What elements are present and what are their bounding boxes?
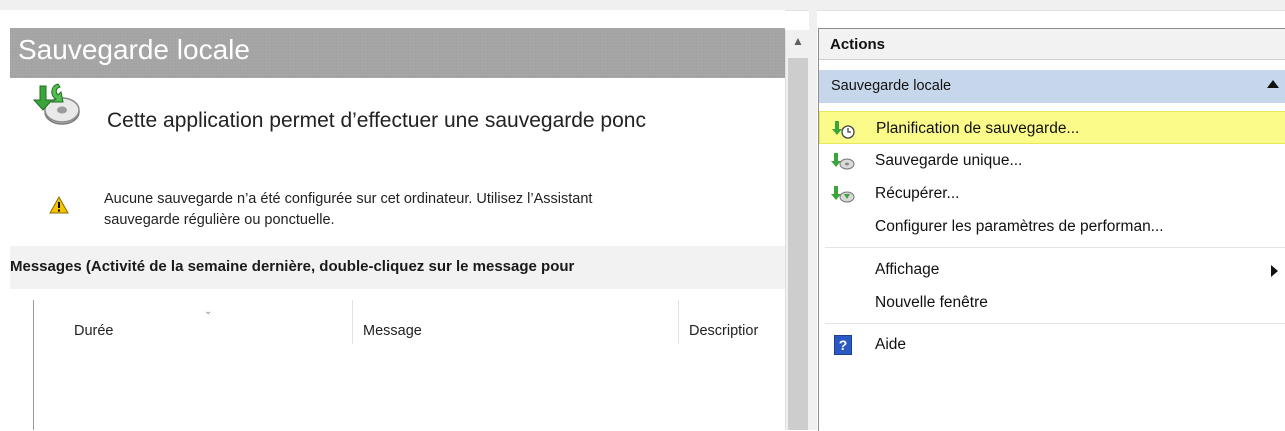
actions-separator [825, 323, 1285, 324]
action-nouvelle-fenetre[interactable]: Nouvelle fenêtre [819, 286, 1285, 319]
messages-header: Messages (Activité de la semaine dernièr… [10, 246, 785, 289]
sort-chevron-icon: ⌄ [204, 306, 213, 317]
scrollbar-thumb[interactable] [788, 58, 808, 430]
backup-once-icon [831, 153, 855, 170]
submenu-arrow-icon [1271, 265, 1278, 277]
warning-text: Aucune sauvegarde n’a été configurée sur… [104, 189, 785, 231]
action-sauvegarde-unique[interactable]: Sauvegarde unique... [819, 144, 1285, 177]
column-header-duree[interactable]: Durée [74, 323, 114, 339]
actions-pane: Actions Sauvegarde locale Planification … [818, 28, 1285, 431]
actions-header: Actions [819, 29, 1285, 60]
action-label: Planification de sauvegarde... [876, 120, 1080, 137]
warning-icon [49, 196, 69, 214]
collapse-triangle-icon[interactable] [1267, 80, 1279, 88]
section-title: Sauvegarde locale [831, 78, 952, 94]
column-divider[interactable] [352, 300, 353, 344]
messages-grid[interactable]: ⌄ Durée Message Descriptior [33, 300, 785, 430]
warning-line-1: Aucune sauvegarde n’a été configurée sur… [104, 191, 593, 207]
backup-app-icon [32, 83, 80, 125]
help-icon: ? [834, 335, 852, 355]
action-label: Récupérer... [875, 185, 960, 202]
scroll-up-arrow-icon[interactable]: ▲ [786, 34, 810, 48]
action-label: Sauvegarde unique... [875, 152, 1023, 169]
action-label: Configurer les paramètres de performan..… [875, 218, 1164, 235]
warning-line-2: sauvegarde régulière ou ponctuelle. [104, 212, 335, 228]
action-label: Affichage [875, 261, 940, 278]
intro-text: Cette application permet d’effectuer une… [107, 109, 646, 132]
column-header-description[interactable]: Descriptior [689, 323, 758, 339]
action-configurer-performances[interactable]: Configurer les paramètres de performan..… [819, 210, 1285, 243]
backup-schedule-icon [832, 121, 855, 139]
action-affichage[interactable]: Affichage [819, 253, 1285, 286]
column-divider[interactable] [678, 300, 679, 344]
pane-divider[interactable] [809, 10, 817, 430]
title-banner: Sauvegarde locale [10, 28, 785, 78]
action-label: Aide [875, 336, 907, 353]
column-header-message[interactable]: Message [363, 323, 422, 339]
messages-header-label: Messages (Activité de la semaine dernièr… [10, 258, 575, 275]
content-pane: Sauvegarde locale Cette application perm… [0, 10, 785, 430]
recover-icon [831, 186, 855, 203]
vertical-scrollbar[interactable]: ▲ [785, 30, 810, 430]
action-planification-sauvegarde[interactable]: Planification de sauvegarde... [819, 111, 1285, 144]
section-header-sauvegarde-locale[interactable]: Sauvegarde locale [819, 70, 1285, 103]
action-recuperer[interactable]: Récupérer... [819, 177, 1285, 210]
action-aide[interactable]: ? Aide [819, 328, 1285, 361]
actions-title: Actions [830, 36, 886, 53]
action-label: Nouvelle fenêtre [875, 294, 988, 311]
page-title: Sauvegarde locale [18, 34, 250, 65]
actions-separator [825, 247, 1285, 248]
